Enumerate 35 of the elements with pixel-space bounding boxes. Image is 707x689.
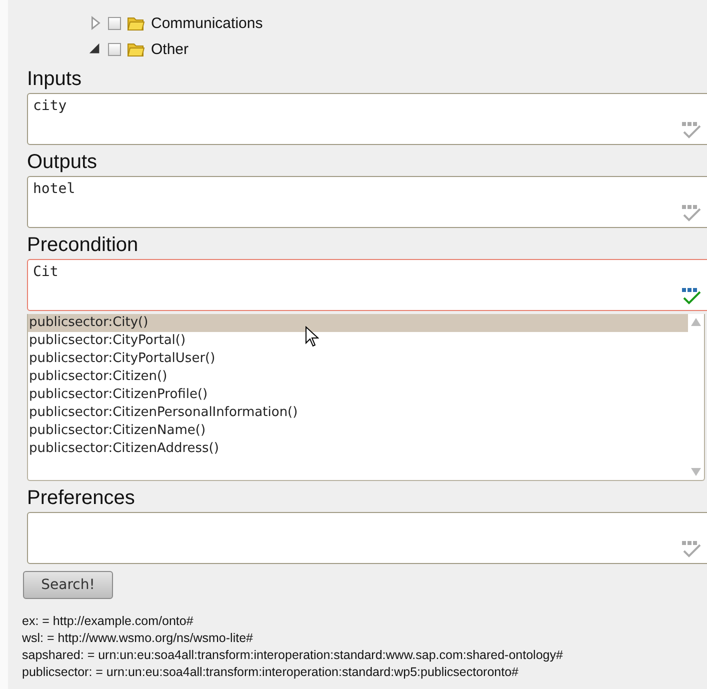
namespace-line: wsl: = http://www.wsmo.org/ns/wsmo-lite#: [22, 630, 254, 647]
field-label: Preferences: [27, 487, 136, 510]
field-label: Inputs: [27, 68, 82, 91]
suggestion-item[interactable]: publicsector:City(): [28, 314, 688, 332]
mouse-cursor-icon: [305, 326, 319, 348]
field-label: Precondition: [27, 234, 140, 257]
namespace-line: sapshared: = urn:un:eu:soa4all:transform:interoperation:standard:www.sap.com:shared-ontology#: [22, 647, 564, 664]
search-button[interactable]: Search!: [23, 571, 113, 599]
tree-item-label[interactable]: Communications: [151, 14, 263, 32]
suggestion-item[interactable]: publicsector:Citizen(): [28, 368, 688, 386]
field-label: Outputs: [27, 151, 98, 174]
suggestion-item[interactable]: publicsector:CityPortal(): [28, 332, 688, 350]
expanded-triangle-icon[interactable]: [88, 42, 102, 56]
checkbox[interactable]: [108, 16, 121, 30]
text-area[interactable]: city: [27, 93, 707, 145]
text-area[interactable]: [27, 512, 707, 564]
text-area[interactable]: hotel: [27, 176, 707, 228]
spellcheck-icon: [681, 120, 701, 140]
suggestion-item[interactable]: publicsector:CitizenAddress(): [28, 440, 688, 458]
suggestion-item[interactable]: publicsector:CitizenPersonalInformation(): [28, 404, 688, 422]
scroll-up-icon[interactable]: [691, 318, 701, 326]
suggestion-item[interactable]: publicsector:CityPortalUser(): [28, 350, 688, 368]
suggestion-item[interactable]: publicsector:CitizenName(): [28, 422, 688, 440]
spellcheck-icon: [681, 539, 701, 559]
tree-item-label[interactable]: Other: [151, 40, 189, 58]
folder-icon: [127, 41, 145, 57]
folder-icon: [127, 15, 145, 31]
checkbox[interactable]: [108, 42, 121, 56]
suggestion-item[interactable]: publicsector:CitizenProfile(): [28, 386, 688, 404]
spellcheck-icon: [681, 203, 701, 223]
namespace-line: ex: = http://example.com/onto#: [22, 613, 194, 630]
scroll-down-icon[interactable]: [691, 468, 701, 476]
namespace-line: publicsector: = urn:un:eu:soa4all:transform:interoperation:standard:wp5:publicsectoronto#: [22, 664, 520, 681]
text-area[interactable]: Cit: [27, 259, 707, 311]
spellcheck-icon: [681, 286, 701, 306]
